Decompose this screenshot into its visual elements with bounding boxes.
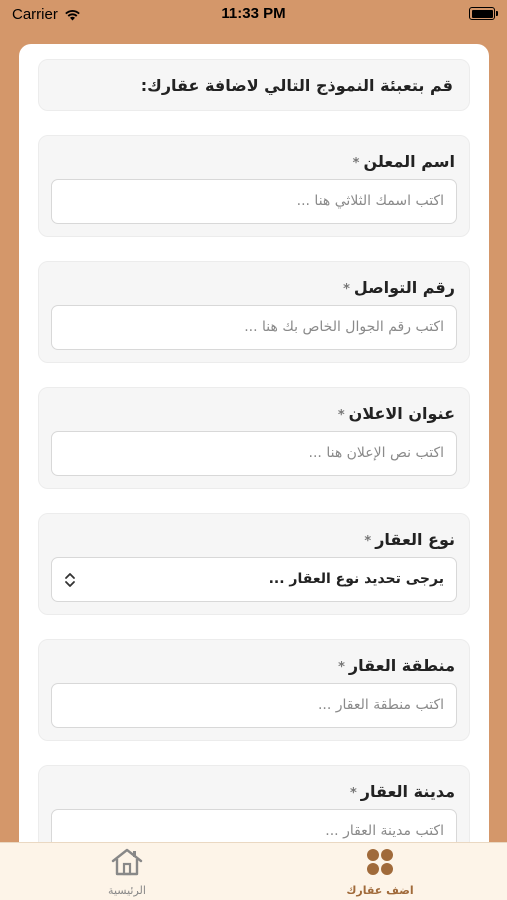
tab-bar: الرئيسية اضف عقارك <box>0 842 507 900</box>
required-mark: * <box>343 282 350 297</box>
property-type-card: نوع العقار* يرجى تحديد نوع العقار ... <box>38 513 470 615</box>
property-region-label: منطقة العقار* <box>338 656 455 675</box>
intro-card: قم بتعبئة النموذج التالي لاضافة عقارك: <box>38 59 470 111</box>
contact-number-label: رقم التواصل* <box>343 278 455 297</box>
home-icon <box>111 848 143 876</box>
ad-title-label: عنوان الاعلان* <box>337 404 455 423</box>
required-mark: * <box>349 786 357 801</box>
required-mark: * <box>337 408 345 423</box>
intro-text: قم بتعبئة النموذج التالي لاضافة عقارك: <box>140 76 453 95</box>
advertiser-name-input[interactable]: اكتب اسمك الثلاثي هنا ... <box>51 179 457 224</box>
advertiser-name-label: اسم المعلن* <box>352 152 455 171</box>
property-region-card: منطقة العقار* اكتب منطقة العقار ... <box>38 639 470 741</box>
tab-add-property[interactable]: اضف عقارك <box>330 847 430 897</box>
property-city-input[interactable]: اكتب مدينة العقار ... <box>51 809 457 844</box>
advertiser-name-card: اسم المعلن* اكتب اسمك الثلاثي هنا ... <box>38 135 470 237</box>
ad-title-input[interactable]: اكتب نص الإعلان هنا ... <box>51 431 457 476</box>
required-mark: * <box>364 534 372 549</box>
property-type-label: نوع العقار* <box>364 530 455 549</box>
grid-dots-icon <box>367 849 393 875</box>
property-region-input[interactable]: اكتب منطقة العقار ... <box>51 683 457 728</box>
property-type-select[interactable]: يرجى تحديد نوع العقار ... <box>51 557 457 602</box>
property-city-card: مدينة العقار* اكتب مدينة العقار ... <box>38 765 470 844</box>
form-sheet[interactable]: قم بتعبئة النموذج التالي لاضافة عقارك: ا… <box>19 44 489 844</box>
chevron-updown-icon <box>65 573 75 587</box>
battery-icon <box>469 7 498 20</box>
tab-home[interactable]: الرئيسية <box>77 847 177 897</box>
property-type-selected: يرجى تحديد نوع العقار ... <box>268 571 444 587</box>
tab-add-property-label: اضف عقارك <box>346 884 414 897</box>
property-city-label: مدينة العقار* <box>349 782 455 801</box>
status-bar: Carrier 11:33 PM <box>0 0 507 30</box>
ad-title-card: عنوان الاعلان* اكتب نص الإعلان هنا ... <box>38 387 470 489</box>
tab-home-label: الرئيسية <box>108 884 146 897</box>
contact-number-input[interactable]: اكتب رقم الجوال الخاص بك هنا ... <box>51 305 457 350</box>
contact-number-card: رقم التواصل* اكتب رقم الجوال الخاص بك هن… <box>38 261 470 363</box>
status-time: 11:33 PM <box>221 5 286 22</box>
required-mark: * <box>352 156 360 171</box>
required-mark: * <box>338 660 345 675</box>
